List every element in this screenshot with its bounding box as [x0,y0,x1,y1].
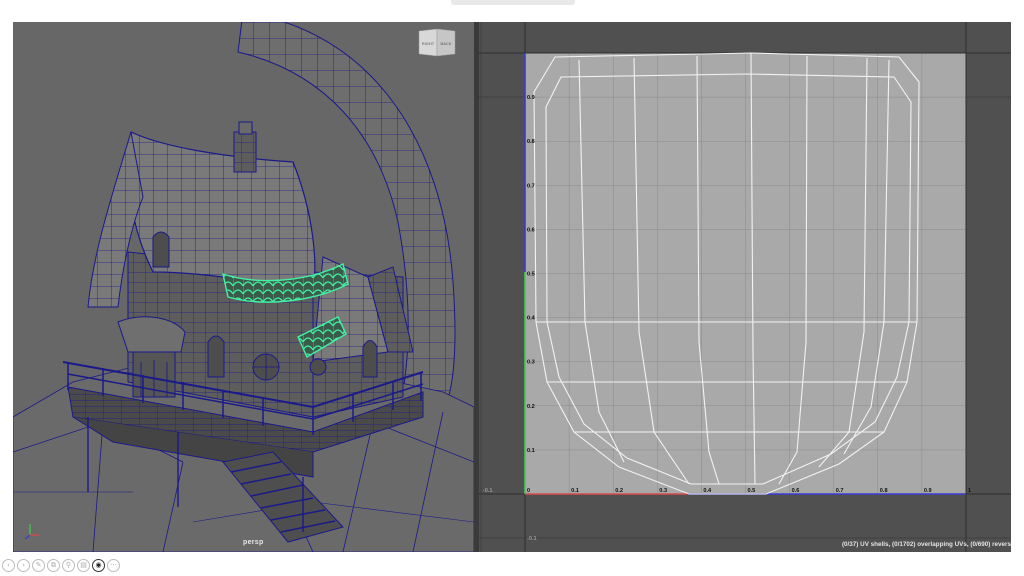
uv-x-tick: 0.7 [836,488,844,494]
slides-icon[interactable]: ▤ [77,559,90,572]
presentation-toolbar: ‹ › ✎ ⧉ ⚲ ▤ ◉ ⋯ [2,559,120,573]
next-arrow-icon[interactable]: › [17,559,30,572]
uv-x-tick: 1 [968,488,971,494]
uv-y-tick: -0.1 [527,536,537,542]
viewcube-face-back: BACK [441,41,452,46]
uv-y-tick: 0.3 [527,360,535,366]
scene-wireframe [13,22,474,552]
uv-y-tick: 0.4 [527,316,536,322]
uv-x-tick: 0.1 [571,488,579,494]
top-handle [451,0,575,5]
uv-y-tick: 0.2 [527,404,535,410]
uv-y-tick: 0.9 [527,95,535,101]
more-icon[interactable]: ⋯ [107,559,120,572]
previous-arrow-icon[interactable]: ‹ [2,559,15,572]
uv-status-text: (0/37) UV shells, (0/1702) overlapping U… [841,541,1011,548]
zoom-icon[interactable]: ⚲ [62,559,75,572]
uv-editor-panel[interactable]: -0.1 0 0.1 0.2 0.3 0.4 0.5 0.6 0.7 0.8 0.9 1 0.9 0.8 0… [479,22,1011,552]
uv-x-tick: 0.4 [703,488,712,494]
uv-x-tick: 0.6 [792,488,800,494]
uv-y-tick: 0.1 [527,448,535,454]
uv-x-tick: -0.1 [483,488,493,494]
uv-x-tick: 0.9 [924,488,932,494]
camera-label: persp [243,539,264,546]
viewcube-icon: RIGHT BACK [418,28,456,57]
camera-icon[interactable]: ◉ [92,559,105,572]
uv-x-tick: 0.2 [615,488,623,494]
uv-y-tick: 0.5 [527,272,535,278]
uv-y-tick: 0.8 [527,139,535,145]
viewcube-face-right: RIGHT [422,41,435,46]
uv-y-tick: 0.6 [527,227,535,233]
viewcube[interactable]: RIGHT BACK [418,28,456,58]
uv-x-tick: 0 [527,488,530,494]
uv-x-tick: 0.8 [880,488,888,494]
uv-grid: -0.1 0 0.1 0.2 0.3 0.4 0.5 0.6 0.7 0.8 0.9 1 0.9 0.8 0… [479,22,1011,552]
pen-icon[interactable]: ✎ [32,559,45,572]
uv-x-tick: 0.3 [659,488,667,494]
perspective-viewport[interactable]: RIGHT BACK persp [13,22,474,552]
copy-icon[interactable]: ⧉ [47,559,60,572]
uv-y-tick: 0.7 [527,183,535,189]
uv-x-tick: 0.5 [748,488,756,494]
